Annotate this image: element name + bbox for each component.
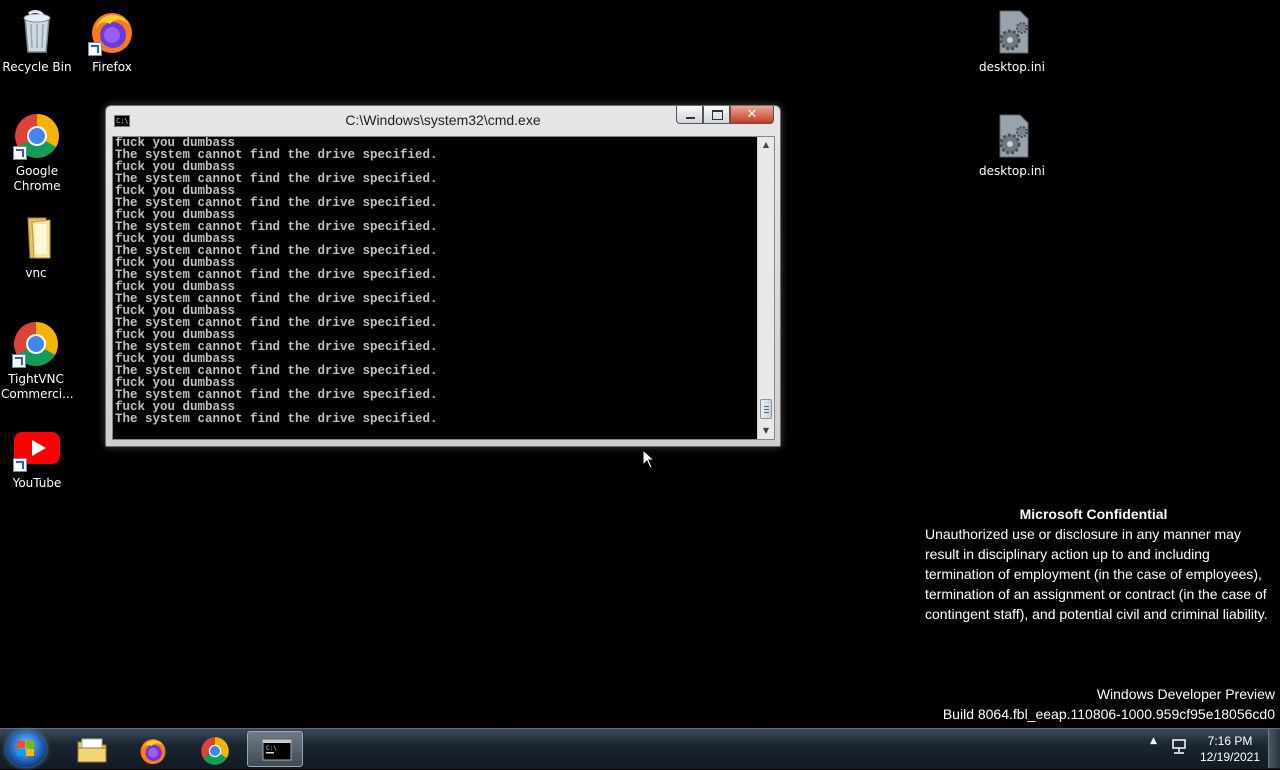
desktop-icon-vnc[interactable]: vnc bbox=[0, 214, 74, 281]
desktop-icon-label: Recycle Bin bbox=[2, 60, 72, 74]
firefox-icon bbox=[138, 736, 166, 765]
recycle-bin-icon bbox=[13, 8, 61, 56]
build-number: Build 8064.fbl_eeap.110806-1000.959cf95e… bbox=[942, 706, 1275, 722]
taskbar-explorer[interactable] bbox=[62, 731, 118, 767]
show-hidden-icons-arrow-icon[interactable]: ▲ bbox=[1150, 736, 1157, 746]
firefox-icon bbox=[88, 8, 136, 56]
desktop-icon-label: vnc bbox=[25, 266, 47, 280]
chrome-icon bbox=[12, 320, 60, 368]
clock-date: 12/19/2021 bbox=[1199, 750, 1261, 764]
console-line: The system cannot find the drive specifi… bbox=[115, 412, 438, 426]
maximize-button[interactable] bbox=[703, 106, 730, 124]
chrome-icon bbox=[200, 736, 229, 765]
taskbar-cmd[interactable]: C:\ bbox=[247, 731, 303, 767]
start-button[interactable] bbox=[6, 731, 46, 767]
scrollbar-thumb[interactable] bbox=[760, 399, 772, 419]
taskbar-firefox[interactable] bbox=[124, 731, 180, 767]
settings-file-icon bbox=[988, 8, 1036, 56]
desktop-icon-label: desktop.ini bbox=[979, 164, 1045, 178]
minimize-icon bbox=[686, 117, 695, 119]
taskbar-chrome[interactable] bbox=[186, 731, 242, 767]
desktop-icon-youtube[interactable]: YouTube bbox=[0, 424, 75, 491]
desktop-icon-desktop-ini-2[interactable]: desktop.ini bbox=[974, 112, 1050, 179]
shortcut-arrow-icon bbox=[13, 458, 27, 472]
confidential-notice: Microsoft Confidential Unauthorized use … bbox=[925, 504, 1270, 624]
taskbar: C:\ bbox=[0, 728, 1280, 769]
clock-time: 7:16 PM bbox=[1207, 734, 1253, 748]
system-clock[interactable]: 7:16 PM 12/19/2021 bbox=[1190, 733, 1270, 765]
console-output[interactable]: fuck you dumbass The system cannot find t… bbox=[115, 137, 755, 437]
desktop-icon-label: Firefox bbox=[92, 60, 132, 74]
desktop-icon-label: YouTube bbox=[12, 476, 62, 490]
close-icon: ✕ bbox=[746, 107, 758, 122]
folder-icon bbox=[12, 214, 60, 262]
shortcut-arrow-icon bbox=[12, 354, 26, 368]
windows-logo-icon bbox=[17, 741, 35, 757]
desktop-icon-label: desktop.ini bbox=[979, 60, 1045, 74]
windows-explorer-icon bbox=[76, 736, 107, 763]
cmd-window[interactable]: C:\. C:\Windows\system32\cmd.exe ✕ fuck … bbox=[105, 105, 781, 447]
minimize-button[interactable] bbox=[676, 106, 703, 124]
build-watermark: Windows Developer Preview Build 8064.fbl… bbox=[943, 684, 1275, 724]
show-desktop-button[interactable] bbox=[1268, 729, 1280, 768]
desktop-icon-tightvnc[interactable]: TightVNC Commerci... bbox=[0, 320, 74, 402]
desktop-icon-google-chrome[interactable]: Google Chrome bbox=[0, 112, 75, 194]
desktop-icon-label: Google Chrome bbox=[13, 164, 61, 193]
desktop-icon-recycle-bin[interactable]: Recycle Bin bbox=[0, 8, 75, 75]
desktop-icon-label: TightVNC Commerci... bbox=[1, 372, 74, 401]
shortcut-arrow-icon bbox=[88, 42, 102, 56]
console-area[interactable]: fuck you dumbass The system cannot find t… bbox=[112, 136, 775, 440]
maximize-icon bbox=[712, 110, 723, 120]
shortcut-arrow-icon bbox=[13, 146, 27, 160]
scroll-down-arrow-icon[interactable]: ▼ bbox=[758, 423, 774, 439]
desktop-icon-desktop-ini-1[interactable]: desktop.ini bbox=[974, 8, 1050, 75]
confidential-heading: Microsoft Confidential bbox=[1019, 506, 1168, 522]
scroll-up-arrow-icon[interactable]: ▲ bbox=[758, 137, 774, 153]
settings-file-icon bbox=[988, 112, 1036, 160]
cmd-icon: C:\ bbox=[262, 737, 292, 763]
desktop-icon-firefox[interactable]: Firefox bbox=[74, 8, 150, 75]
vertical-scrollbar[interactable]: ▲ ▼ bbox=[757, 137, 774, 439]
youtube-icon bbox=[13, 424, 61, 472]
network-icon[interactable] bbox=[1171, 739, 1187, 755]
cmd-titlebar[interactable]: C:\. C:\Windows\system32\cmd.exe ✕ bbox=[106, 106, 780, 136]
build-product: Windows Developer Preview bbox=[1096, 686, 1275, 702]
svg-text:C:\: C:\ bbox=[266, 745, 277, 752]
close-button[interactable]: ✕ bbox=[730, 106, 774, 124]
window-controls: ✕ bbox=[676, 106, 774, 126]
chrome-icon bbox=[13, 112, 61, 160]
confidential-body: Unauthorized use or disclosure in any ma… bbox=[925, 526, 1268, 622]
